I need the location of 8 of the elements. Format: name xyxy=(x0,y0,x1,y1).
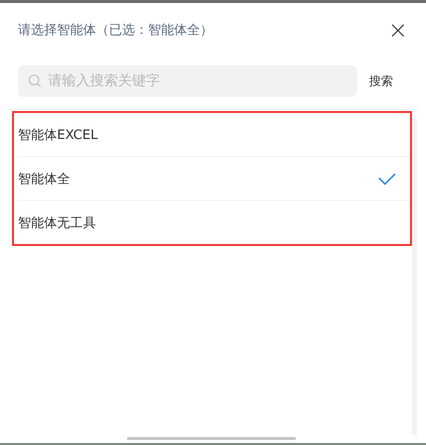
search-button[interactable]: 搜索 xyxy=(365,70,397,92)
search-field[interactable]: 请输入搜索关键字 xyxy=(18,65,357,97)
search-icon xyxy=(28,74,42,88)
dialog-title: 请选择智能体（已选：智能体全） xyxy=(18,22,213,39)
option-item[interactable]: 智能体无工具 xyxy=(18,200,410,244)
option-item[interactable]: 智能体EXCEL xyxy=(18,113,410,156)
close-button[interactable]: × xyxy=(386,18,410,42)
option-item[interactable]: 智能体全 xyxy=(18,156,410,200)
